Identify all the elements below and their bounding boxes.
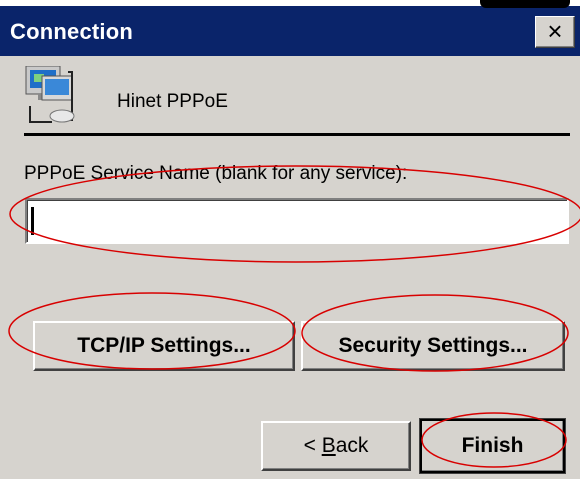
- back-button-prefix: <: [303, 434, 322, 457]
- back-button[interactable]: < Back: [261, 421, 411, 471]
- finish-button[interactable]: Finish: [419, 418, 566, 474]
- connection-name: Hinet PPPoE: [117, 91, 228, 112]
- security-settings-button[interactable]: Security Settings...: [301, 321, 565, 371]
- network-connection-icon: [25, 66, 75, 123]
- tcpip-settings-button[interactable]: TCP/IP Settings...: [33, 321, 295, 371]
- window-title: Connection: [10, 19, 133, 44]
- connection-dialog: Connection × Hinet PPPoE PPPoE Service N…: [0, 0, 580, 479]
- service-name-input[interactable]: [25, 198, 569, 244]
- title-bar-overflow: [480, 0, 570, 8]
- text-caret: [31, 207, 34, 235]
- close-button[interactable]: ×: [535, 16, 575, 48]
- service-name-label: PPPoE Service Name (blank for any servic…: [24, 163, 408, 184]
- title-bar[interactable]: Connection ×: [0, 0, 580, 56]
- back-button-mnemonic: B: [321, 434, 336, 457]
- back-button-label: ack: [335, 434, 369, 457]
- section-divider: [24, 133, 570, 136]
